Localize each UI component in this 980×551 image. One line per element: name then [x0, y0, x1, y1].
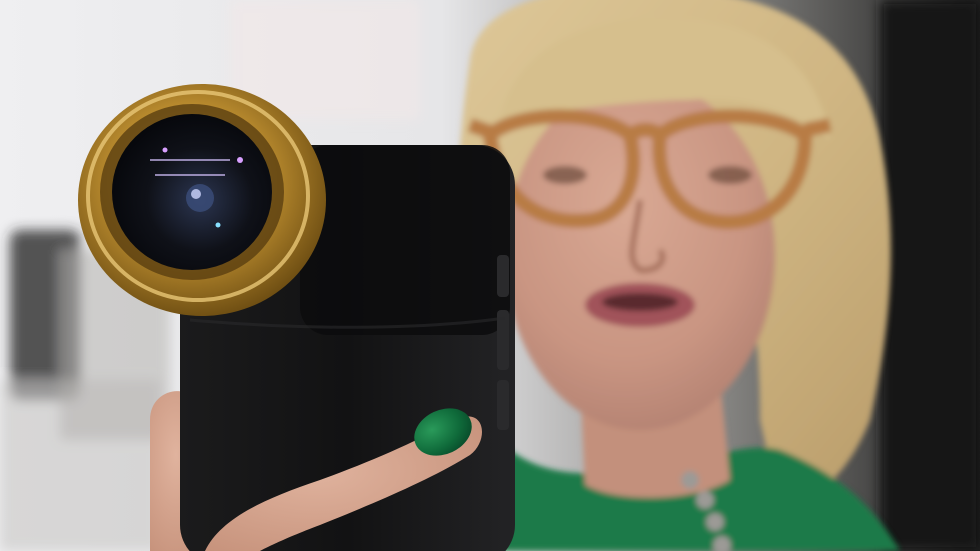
side-button: [497, 255, 509, 297]
woman: [456, 0, 900, 551]
camera-bump: [300, 145, 510, 335]
photo-illustration: [0, 0, 980, 551]
lens-attachment: [78, 84, 326, 316]
photo-scene: [0, 0, 980, 551]
